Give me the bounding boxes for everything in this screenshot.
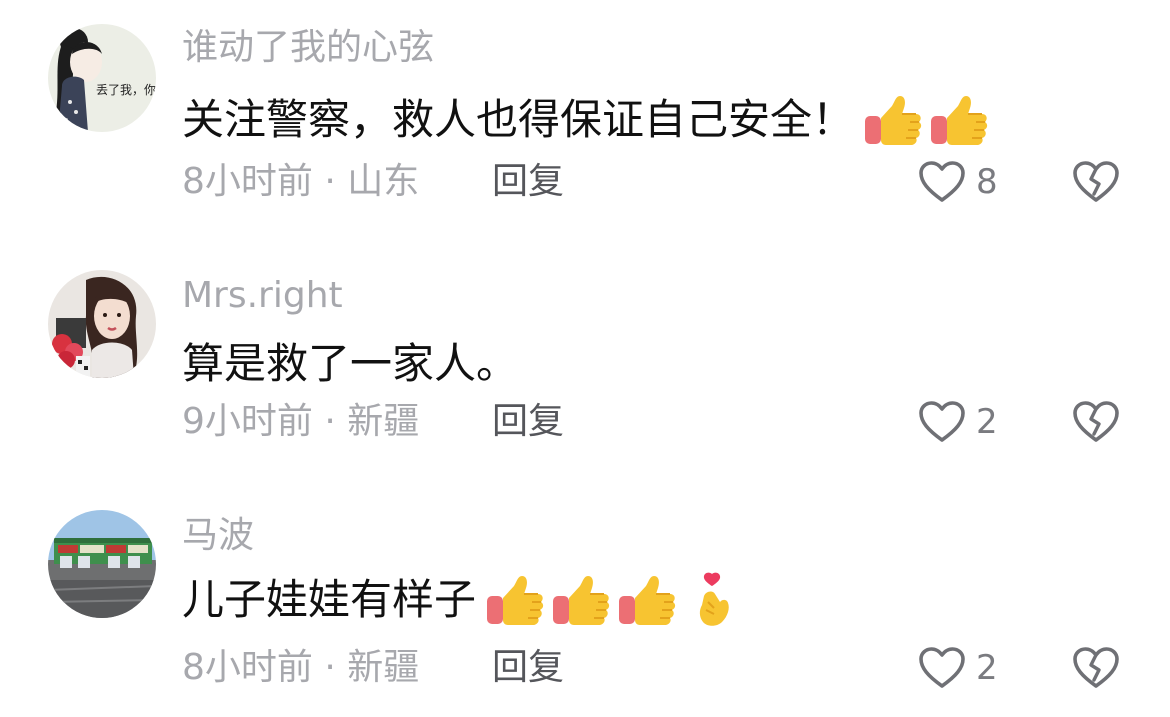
broken-heart-icon	[1072, 646, 1120, 690]
broken-heart-icon	[1072, 160, 1120, 204]
comment-item: 丢了我，你心会 谁动了我的心弦 关注警察，救人也得保证自己安全！ 8小时前 · …	[0, 0, 1170, 230]
username[interactable]: 谁动了我的心弦	[182, 30, 434, 66]
comment-meta: 8小时前 · 山东	[182, 161, 420, 202]
comment-text: 儿子娃娃有样子	[182, 575, 477, 624]
comment-text-row: 关注警察，救人也得保证自己安全！	[182, 92, 994, 148]
comment-meta: 8小时前 · 新疆	[182, 647, 420, 688]
finger-heart-icon	[682, 572, 744, 628]
thumbs-up-icon	[616, 572, 678, 628]
heart-icon	[918, 400, 966, 444]
reply-button[interactable]: 回复	[492, 650, 564, 686]
like-count: 8	[976, 162, 998, 202]
thumbs-up-icon	[862, 92, 924, 148]
thumbs-up-icon	[484, 572, 546, 628]
like-button[interactable]: 2	[918, 400, 998, 444]
username[interactable]: Mrs.right	[182, 278, 343, 314]
avatar-caption: 丢了我，你心会	[96, 83, 156, 97]
comment-text-row: 算是救了一家人。	[182, 336, 518, 392]
avatar[interactable]: 丢了我，你心会	[48, 24, 156, 132]
reply-button[interactable]: 回复	[492, 164, 564, 200]
thumbs-up-icon	[928, 92, 990, 148]
dislike-button[interactable]	[1072, 400, 1120, 448]
dislike-button[interactable]	[1072, 160, 1120, 208]
emoji-row	[484, 572, 748, 628]
thumbs-up-icon	[550, 572, 612, 628]
avatar[interactable]	[48, 510, 156, 618]
emoji-row	[862, 92, 994, 148]
comment-meta: 9小时前 · 新疆	[182, 401, 420, 442]
heart-icon	[918, 646, 966, 690]
like-count: 2	[976, 402, 998, 442]
like-button[interactable]: 2	[918, 646, 998, 690]
comment-text-row: 儿子娃娃有样子	[182, 572, 748, 628]
like-button[interactable]: 8	[918, 160, 998, 204]
comment-text: 关注警察，救人也得保证自己安全！	[182, 95, 855, 144]
username[interactable]: 马波	[182, 518, 254, 554]
comment-item: 马波 儿子娃娃有样子 8小时前 · 新疆 回复 2	[0, 486, 1170, 716]
comment-text: 算是救了一家人。	[182, 339, 519, 388]
broken-heart-icon	[1072, 400, 1120, 444]
like-count: 2	[976, 648, 998, 688]
avatar[interactable]	[48, 270, 156, 378]
heart-icon	[918, 160, 966, 204]
dislike-button[interactable]	[1072, 646, 1120, 694]
reply-button[interactable]: 回复	[492, 404, 564, 440]
comment-item: Mrs.right 算是救了一家人。 9小时前 · 新疆 回复 2	[0, 240, 1170, 470]
